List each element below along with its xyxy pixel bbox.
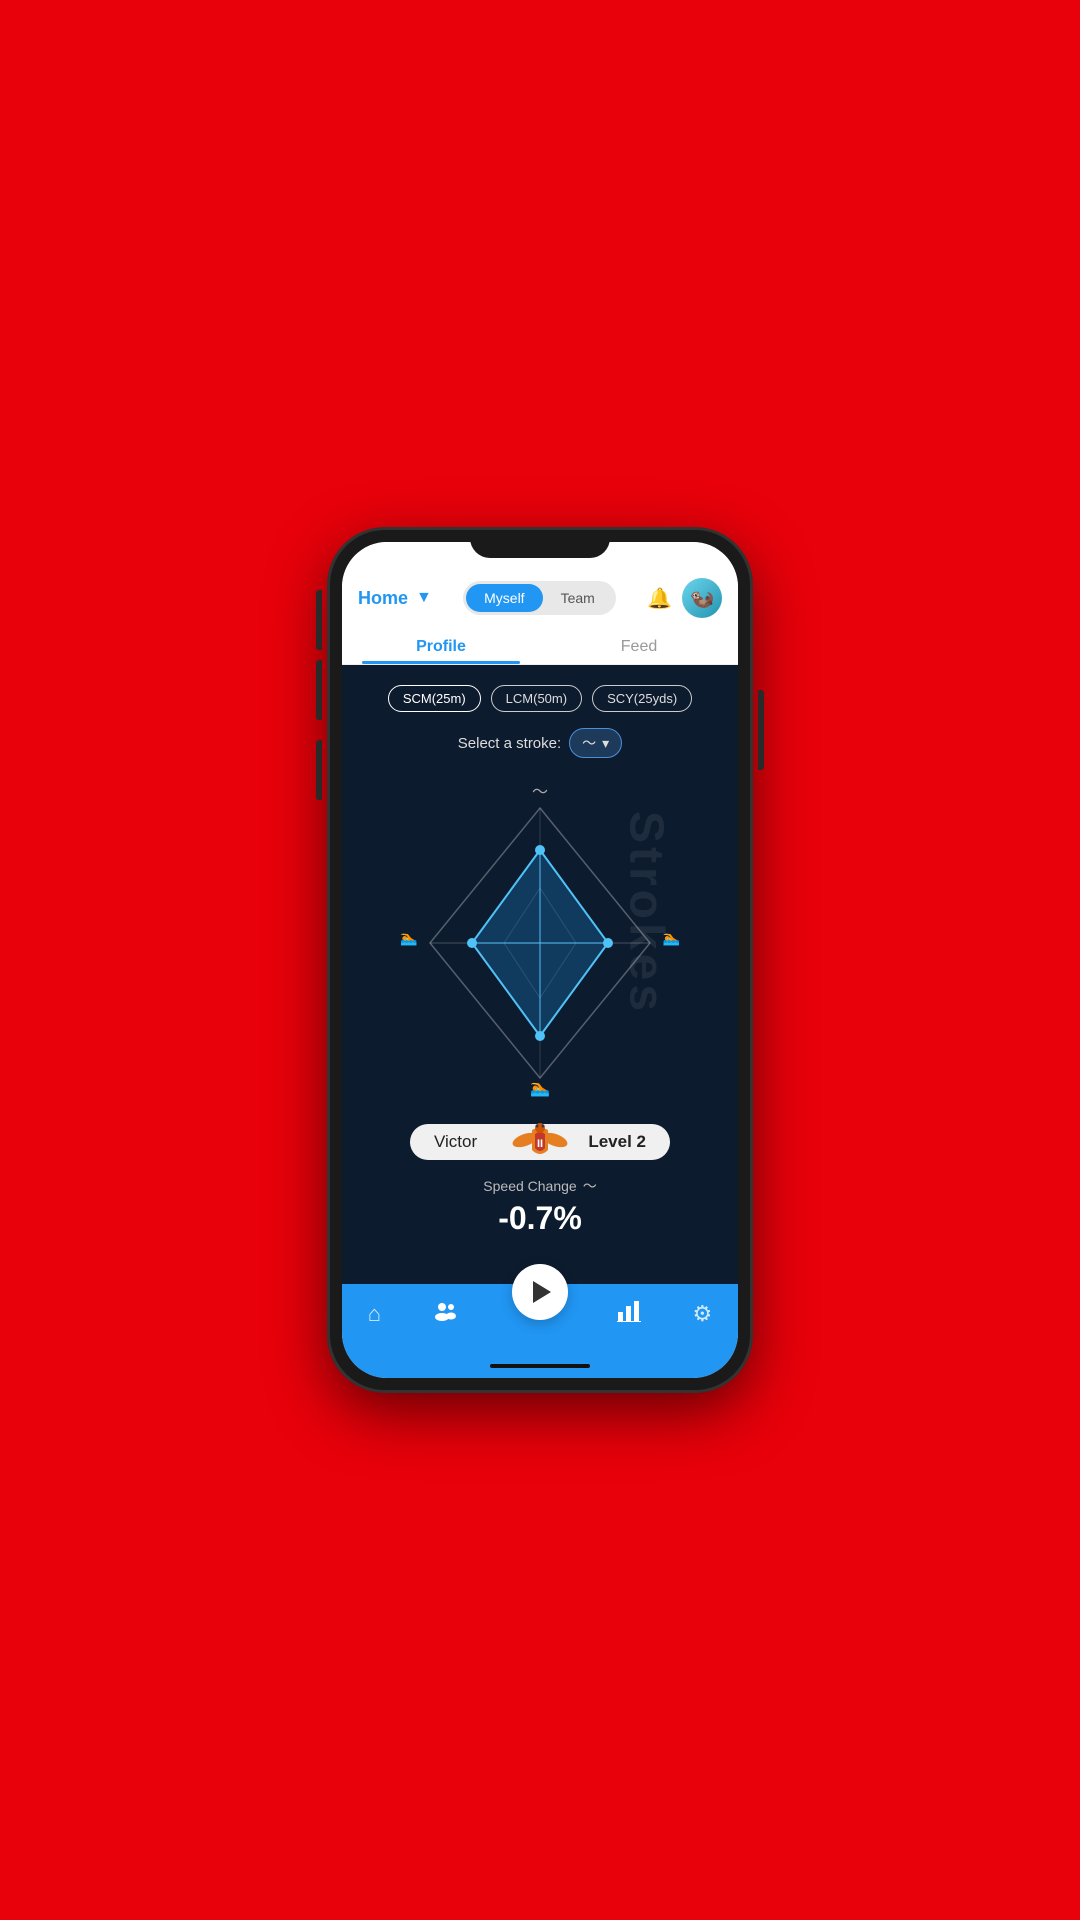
phone-frame: Home ▼ Myself Team 🔔 🦦 Profile Feed — [330, 530, 750, 1390]
chart-nav-icon — [617, 1300, 641, 1328]
bell-icon[interactable]: 🔔 — [647, 586, 672, 611]
nav-chart[interactable] — [617, 1300, 641, 1330]
course-pills: SCM(25m) LCM(50m) SCY(25yds) — [388, 685, 692, 712]
header-left: Home ▼ — [358, 588, 432, 609]
victor-name: Victor — [434, 1132, 477, 1152]
nav-team[interactable] — [432, 1300, 458, 1330]
nav-settings[interactable]: ⚙ — [693, 1301, 713, 1329]
badge-emblem: II — [510, 1112, 570, 1172]
home-indicator — [490, 1364, 590, 1368]
play-icon — [533, 1281, 551, 1303]
view-toggle: Myself Team — [463, 581, 616, 615]
team-icon-svg — [432, 1300, 458, 1322]
filter-icon[interactable]: ▼ — [416, 589, 432, 607]
play-button[interactable] — [512, 1264, 568, 1320]
main-content: Strokes SCM(25m) LCM(50m) SCY(25yds) Sel… — [342, 665, 738, 1284]
radar-svg — [410, 798, 670, 1088]
nav-home[interactable]: ⌂ — [368, 1301, 381, 1329]
radar-chart: 〜 🏊 🏊 🏊 — [400, 778, 680, 1098]
gear-icon: ⚙ — [693, 1301, 713, 1327]
tab-bar: Profile Feed — [342, 626, 738, 665]
victor-level: Level 2 — [588, 1132, 646, 1152]
home-indicator-bar — [342, 1354, 738, 1378]
stroke-selector-label: Select a stroke: — [458, 735, 561, 752]
victor-badge[interactable]: Victor II Level 2 — [410, 1124, 670, 1160]
phone-screen: Home ▼ Myself Team 🔔 🦦 Profile Feed — [342, 542, 738, 1378]
avatar[interactable]: 🦦 — [682, 578, 722, 618]
phone-notch — [470, 530, 610, 558]
svg-text:II: II — [537, 1138, 543, 1150]
home-nav-icon: ⌂ — [368, 1301, 381, 1327]
speed-value: -0.7% — [483, 1200, 596, 1237]
team-nav-icon — [432, 1300, 458, 1328]
bottom-nav: ⌂ — [342, 1284, 738, 1354]
chevron-down-icon: ▾ — [602, 735, 609, 752]
stroke-icon: 〜 — [582, 733, 596, 753]
stroke-mini-icon: 〜 — [583, 1176, 597, 1196]
pill-lcm[interactable]: LCM(50m) — [491, 685, 582, 712]
header-right: 🔔 🦦 — [647, 578, 722, 618]
myself-toggle[interactable]: Myself — [466, 584, 542, 612]
speed-change-section: Speed Change 〜 -0.7% — [483, 1176, 596, 1237]
pill-scm[interactable]: SCM(25m) — [388, 685, 481, 712]
home-label: Home — [358, 588, 408, 609]
pill-scy[interactable]: SCY(25yds) — [592, 685, 692, 712]
chart-icon-svg — [617, 1300, 641, 1322]
stroke-selector: Select a stroke: 〜 ▾ — [458, 728, 622, 758]
stroke-dropdown[interactable]: 〜 ▾ — [569, 728, 622, 758]
tab-profile[interactable]: Profile — [342, 626, 540, 664]
tab-feed[interactable]: Feed — [540, 626, 738, 664]
team-toggle[interactable]: Team — [543, 584, 613, 612]
speed-label: Speed Change 〜 — [483, 1176, 596, 1196]
